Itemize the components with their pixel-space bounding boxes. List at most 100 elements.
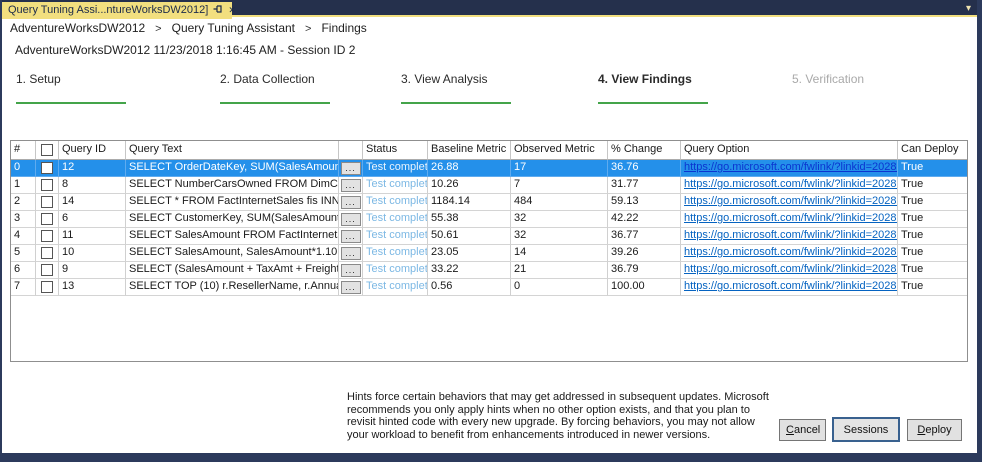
column-header-query-option[interactable]: Query Option — [681, 141, 898, 160]
row-header-num: 3 — [11, 211, 36, 228]
pin-icon[interactable] — [213, 4, 223, 16]
wizard-step-progress-line — [16, 102, 126, 104]
query-option-link[interactable]: https://go.microsoft.com/fwlink/?linkid=… — [684, 161, 898, 173]
close-icon[interactable]: ✕ — [228, 6, 236, 15]
wizard-step-5: 5. Verification — [792, 72, 932, 86]
observed-metric-cell: 0 — [511, 279, 608, 296]
column-header-select[interactable] — [36, 141, 59, 160]
row-checkbox[interactable] — [41, 196, 53, 208]
row-select-cell — [36, 211, 59, 228]
query-text-expand-button[interactable]: ... — [341, 264, 361, 277]
query-text-expand-button[interactable]: ... — [341, 179, 361, 192]
column-header-query-id[interactable]: Query ID — [59, 141, 126, 160]
table-row[interactable]: 36SELECT CustomerKey, SUM(SalesAmount) A… — [11, 211, 967, 228]
table-row[interactable]: 2 14SELECT * FROM FactInternetSales fis I… — [11, 194, 967, 211]
query-text-expand-button[interactable]: ... — [341, 196, 361, 209]
query-option-cell: https://go.microsoft.com/fwlink/?linkid=… — [681, 228, 898, 245]
wizard-step-progress-line — [220, 102, 330, 104]
row-header-num: 0 — [11, 160, 36, 177]
breadcrumb-item[interactable]: AdventureWorksDW2012 — [10, 21, 145, 35]
table-row[interactable]: 510SELECT SalesAmount, SalesAmount*1.10 … — [11, 245, 967, 262]
wizard-step-progress-line — [598, 102, 708, 104]
hint-text: Hints force certain behaviors that may g… — [347, 391, 779, 441]
row-checkbox[interactable] — [41, 213, 53, 225]
cancel-button[interactable]: Cancel — [779, 419, 826, 441]
document-tab-strip: Query Tuning Assi...ntureWorksDW2012] ✕ … — [2, 0, 977, 17]
query-text-expand-button[interactable]: ... — [341, 162, 361, 175]
chevron-down-icon[interactable]: ▾ — [966, 3, 971, 14]
wizard-step-label: 5. Verification — [792, 72, 932, 86]
query-id-cell: 14 — [59, 194, 126, 211]
can-deploy-cell: True — [898, 160, 967, 177]
status-cell: Test complete — [363, 194, 428, 211]
status-cell: Test complete — [363, 262, 428, 279]
query-option-cell: https://go.microsoft.com/fwlink/?linkid=… — [681, 211, 898, 228]
query-option-cell: https://go.microsoft.com/fwlink/?linkid=… — [681, 177, 898, 194]
breadcrumb-separator: > — [155, 23, 161, 35]
column-header-query-text[interactable]: Query Text — [126, 141, 339, 160]
select-all-checkbox[interactable] — [41, 144, 53, 156]
sessions-button[interactable]: Sessions — [832, 417, 900, 442]
observed-metric-cell: 484 — [511, 194, 608, 211]
query-option-link[interactable]: https://go.microsoft.com/fwlink/?linkid=… — [684, 195, 898, 207]
query-option-link[interactable]: https://go.microsoft.com/fwlink/?linkid=… — [684, 246, 898, 258]
row-header-num: 1 — [11, 177, 36, 194]
can-deploy-cell: True — [898, 228, 967, 245]
query-text-expand-cell: ... — [339, 211, 363, 228]
row-checkbox[interactable] — [41, 264, 53, 276]
deploy-button[interactable]: Deploy — [907, 419, 962, 441]
query-text-cell: SELECT NumberCarsOwned FROM DimCustom... — [126, 177, 339, 194]
can-deploy-cell: True — [898, 279, 967, 296]
query-option-link[interactable]: https://go.microsoft.com/fwlink/?linkid=… — [684, 280, 898, 292]
row-checkbox[interactable] — [41, 162, 53, 174]
column-header-expand — [339, 141, 363, 160]
can-deploy-cell: True — [898, 177, 967, 194]
query-text-expand-button[interactable]: ... — [341, 247, 361, 260]
pct-change-cell: 36.77 — [608, 228, 681, 245]
column-header-pct-change[interactable]: % Change — [608, 141, 681, 160]
column-header-baseline-metric[interactable]: Baseline Metric — [428, 141, 511, 160]
table-row[interactable]: 012SELECT OrderDateKey, SUM(SalesAmount)… — [11, 160, 967, 177]
can-deploy-cell: True — [898, 194, 967, 211]
table-row[interactable]: 411SELECT SalesAmount FROM FactInternetS… — [11, 228, 967, 245]
breadcrumb-item[interactable]: Findings — [321, 21, 366, 35]
query-text-cell: SELECT (SalesAmount + TaxAmt + Freight) … — [126, 262, 339, 279]
pct-change-cell: 31.77 — [608, 177, 681, 194]
row-header-num: 2 — [11, 194, 36, 211]
query-option-link[interactable]: https://go.microsoft.com/fwlink/?linkid=… — [684, 263, 898, 275]
query-text-expand-cell: ... — [339, 262, 363, 279]
observed-metric-cell: 21 — [511, 262, 608, 279]
column-header-can-deploy[interactable]: Can Deploy — [898, 141, 967, 160]
table-row[interactable]: 18SELECT NumberCarsOwned FROM DimCustom.… — [11, 177, 967, 194]
breadcrumb-item[interactable]: Query Tuning Assistant — [172, 21, 295, 35]
query-text-expand-button[interactable]: ... — [341, 230, 361, 243]
table-row[interactable]: 69SELECT (SalesAmount + TaxAmt + Freight… — [11, 262, 967, 279]
pct-change-cell: 100.00 — [608, 279, 681, 296]
row-checkbox[interactable] — [41, 179, 53, 191]
observed-metric-cell: 32 — [511, 228, 608, 245]
status-cell: Test complete — [363, 177, 428, 194]
baseline-metric-cell: 10.26 — [428, 177, 511, 194]
row-checkbox[interactable] — [41, 281, 53, 293]
column-header-observed-metric[interactable]: Observed Metric — [511, 141, 608, 160]
query-text-expand-button[interactable]: ... — [341, 213, 361, 226]
query-option-link[interactable]: https://go.microsoft.com/fwlink/?linkid=… — [684, 212, 898, 224]
query-text-cell: SELECT * FROM FactInternetSales fis INNE… — [126, 194, 339, 211]
column-header-num[interactable]: # — [11, 141, 36, 160]
query-text-expand-cell: ... — [339, 177, 363, 194]
table-row[interactable]: 713SELECT TOP (10) r.ResellerName, r.Ann… — [11, 279, 967, 296]
query-text-cell: SELECT OrderDateKey, SUM(SalesAmount) AS… — [126, 160, 339, 177]
wizard-step-4: 4. View Findings — [598, 72, 738, 104]
query-text-expand-button[interactable]: ... — [341, 281, 361, 294]
query-option-link[interactable]: https://go.microsoft.com/fwlink/?linkid=… — [684, 229, 898, 241]
row-checkbox[interactable] — [41, 247, 53, 259]
row-checkbox[interactable] — [41, 230, 53, 242]
status-cell: Test complete — [363, 211, 428, 228]
query-id-cell: 11 — [59, 228, 126, 245]
query-option-link[interactable]: https://go.microsoft.com/fwlink/?linkid=… — [684, 178, 898, 190]
column-header-status[interactable]: Status — [363, 141, 428, 160]
document-tab[interactable]: Query Tuning Assi...ntureWorksDW2012] ✕ — [2, 2, 232, 19]
can-deploy-cell: True — [898, 262, 967, 279]
observed-metric-cell: 32 — [511, 211, 608, 228]
observed-metric-cell: 17 — [511, 160, 608, 177]
